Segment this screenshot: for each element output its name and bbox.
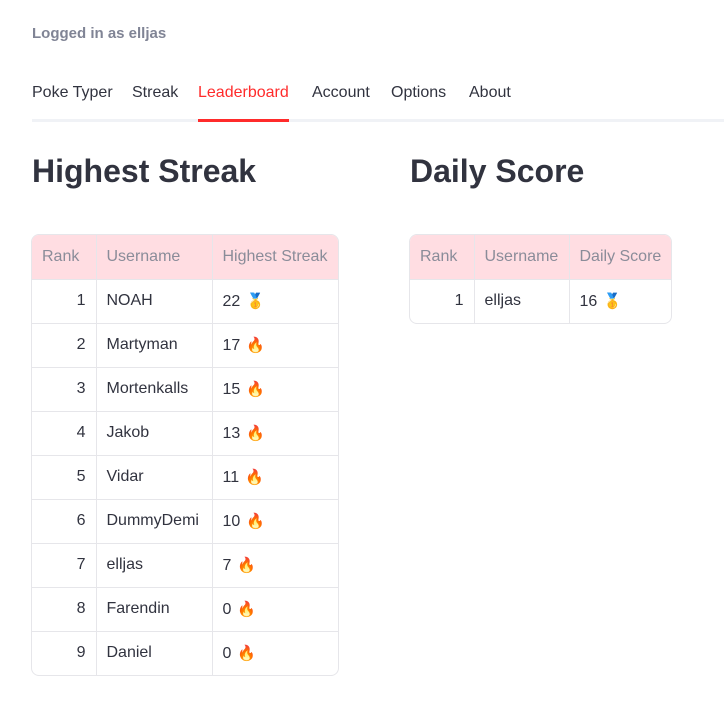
username-cell[interactable]: NOAH	[96, 279, 213, 324]
table-row: 9 Daniel 0 🔥	[32, 631, 338, 675]
table-row: 3 Mortenkalls 15 🔥	[32, 367, 338, 412]
fire-icon: 🔥	[246, 512, 265, 530]
table-row: 7 elljas 7 🔥	[32, 543, 338, 588]
logged-in-caption: Logged in as elljas	[32, 25, 167, 42]
tab-leaderboard[interactable]: Leaderboard	[198, 84, 289, 122]
score-cell[interactable]: 0 🔥	[212, 587, 338, 632]
fire-icon: 🔥	[237, 556, 257, 574]
rank-cell[interactable]: 8	[32, 587, 97, 632]
score-value: 17	[222, 336, 241, 354]
fire-icon: 🔥	[245, 468, 264, 486]
score-cell[interactable]: 11 🔥	[212, 455, 338, 500]
username-cell[interactable]: Farendin	[96, 587, 213, 632]
rank-cell[interactable]: 9	[32, 631, 97, 675]
score-value: 15	[222, 380, 241, 398]
fire-icon: 🔥	[246, 336, 265, 354]
table-row: 4 Jakob 13 🔥	[32, 411, 338, 456]
rank-cell[interactable]: 3	[32, 367, 97, 412]
fire-icon: 🔥	[246, 380, 265, 398]
score-value: 7	[222, 556, 232, 574]
username-cell[interactable]: Jakob	[96, 411, 213, 456]
column-header-daily-score[interactable]: Daily Score	[569, 235, 672, 280]
tab-options[interactable]: Options	[391, 84, 446, 122]
gold-medal-icon: 🥇	[246, 292, 265, 310]
rank-cell[interactable]: 4	[32, 411, 97, 456]
rank-cell[interactable]: 6	[32, 499, 97, 544]
score-value: 11	[222, 468, 240, 486]
score-cell[interactable]: 15 🔥	[212, 367, 338, 412]
table-header-row: Rank Username Daily Score	[410, 235, 672, 280]
page: Logged in as elljas Poke Typer Streak Le…	[0, 0, 724, 710]
score-cell[interactable]: 16 🥇	[569, 279, 671, 323]
score-cell[interactable]: 0 🔥	[212, 631, 338, 675]
fire-icon: 🔥	[237, 644, 257, 662]
tab-bar: Poke Typer Streak Leaderboard Account Op…	[32, 80, 724, 122]
daily-score-table[interactable]: Rank Username Daily Score 1 elljas 16 🥇	[409, 234, 673, 324]
score-cell[interactable]: 22 🥇	[212, 279, 338, 324]
fire-icon: 🔥	[237, 600, 257, 618]
tab-about[interactable]: About	[469, 84, 511, 122]
table-row: 8 Farendin 0 🔥	[32, 587, 338, 632]
score-cell[interactable]: 7 🔥	[212, 543, 338, 588]
username-cell[interactable]: Vidar	[96, 455, 213, 500]
rank-cell[interactable]: 5	[32, 455, 97, 500]
fire-icon: 🔥	[246, 424, 265, 442]
score-cell[interactable]: 17 🔥	[212, 323, 338, 368]
score-value: 0	[222, 644, 232, 662]
score-value: 13	[222, 424, 241, 442]
table-row: 1 NOAH 22 🥇	[32, 279, 338, 324]
score-value: 0	[222, 600, 232, 618]
tab-poke-typer[interactable]: Poke Typer	[32, 84, 113, 122]
username-cell[interactable]: elljas	[474, 279, 570, 323]
gold-medal-icon: 🥇	[603, 292, 622, 310]
rank-cell[interactable]: 2	[32, 323, 97, 368]
table-header-row: Rank Username Highest Streak	[32, 235, 338, 280]
table-row: 1 elljas 16 🥇	[410, 279, 671, 323]
rank-cell[interactable]: 1	[410, 279, 475, 323]
tab-streak[interactable]: Streak	[132, 84, 178, 122]
column-header-username[interactable]: Username	[474, 235, 570, 280]
score-cell[interactable]: 10 🔥	[212, 499, 338, 544]
username-cell[interactable]: DummyDemi	[96, 499, 213, 544]
rank-cell[interactable]: 1	[32, 279, 97, 324]
score-value: 22	[222, 292, 241, 310]
column-header-username[interactable]: Username	[96, 235, 213, 280]
score-value: 10	[222, 512, 241, 530]
username-cell[interactable]: elljas	[96, 543, 213, 588]
column-header-rank[interactable]: Rank	[410, 235, 475, 280]
table-row: 5 Vidar 11 🔥	[32, 455, 338, 500]
username-cell[interactable]: Daniel	[96, 631, 213, 675]
highest-streak-table[interactable]: Rank Username Highest Streak 1 NOAH 22 🥇 2 Ma…	[31, 234, 339, 676]
username-cell[interactable]: Martyman	[96, 323, 213, 368]
table-row: 2 Martyman 17 🔥	[32, 323, 338, 368]
column-header-highest-streak[interactable]: Highest Streak	[212, 235, 338, 280]
score-value: 16	[579, 292, 598, 310]
daily-score-heading: Daily Score	[410, 153, 585, 189]
username-cell[interactable]: Mortenkalls	[96, 367, 213, 412]
rank-cell[interactable]: 7	[32, 543, 97, 588]
score-cell[interactable]: 13 🔥	[212, 411, 338, 456]
tab-account[interactable]: Account	[312, 84, 370, 122]
highest-streak-heading: Highest Streak	[32, 153, 257, 189]
table-row: 6 DummyDemi 10 🔥	[32, 499, 338, 544]
column-header-rank[interactable]: Rank	[32, 235, 97, 280]
